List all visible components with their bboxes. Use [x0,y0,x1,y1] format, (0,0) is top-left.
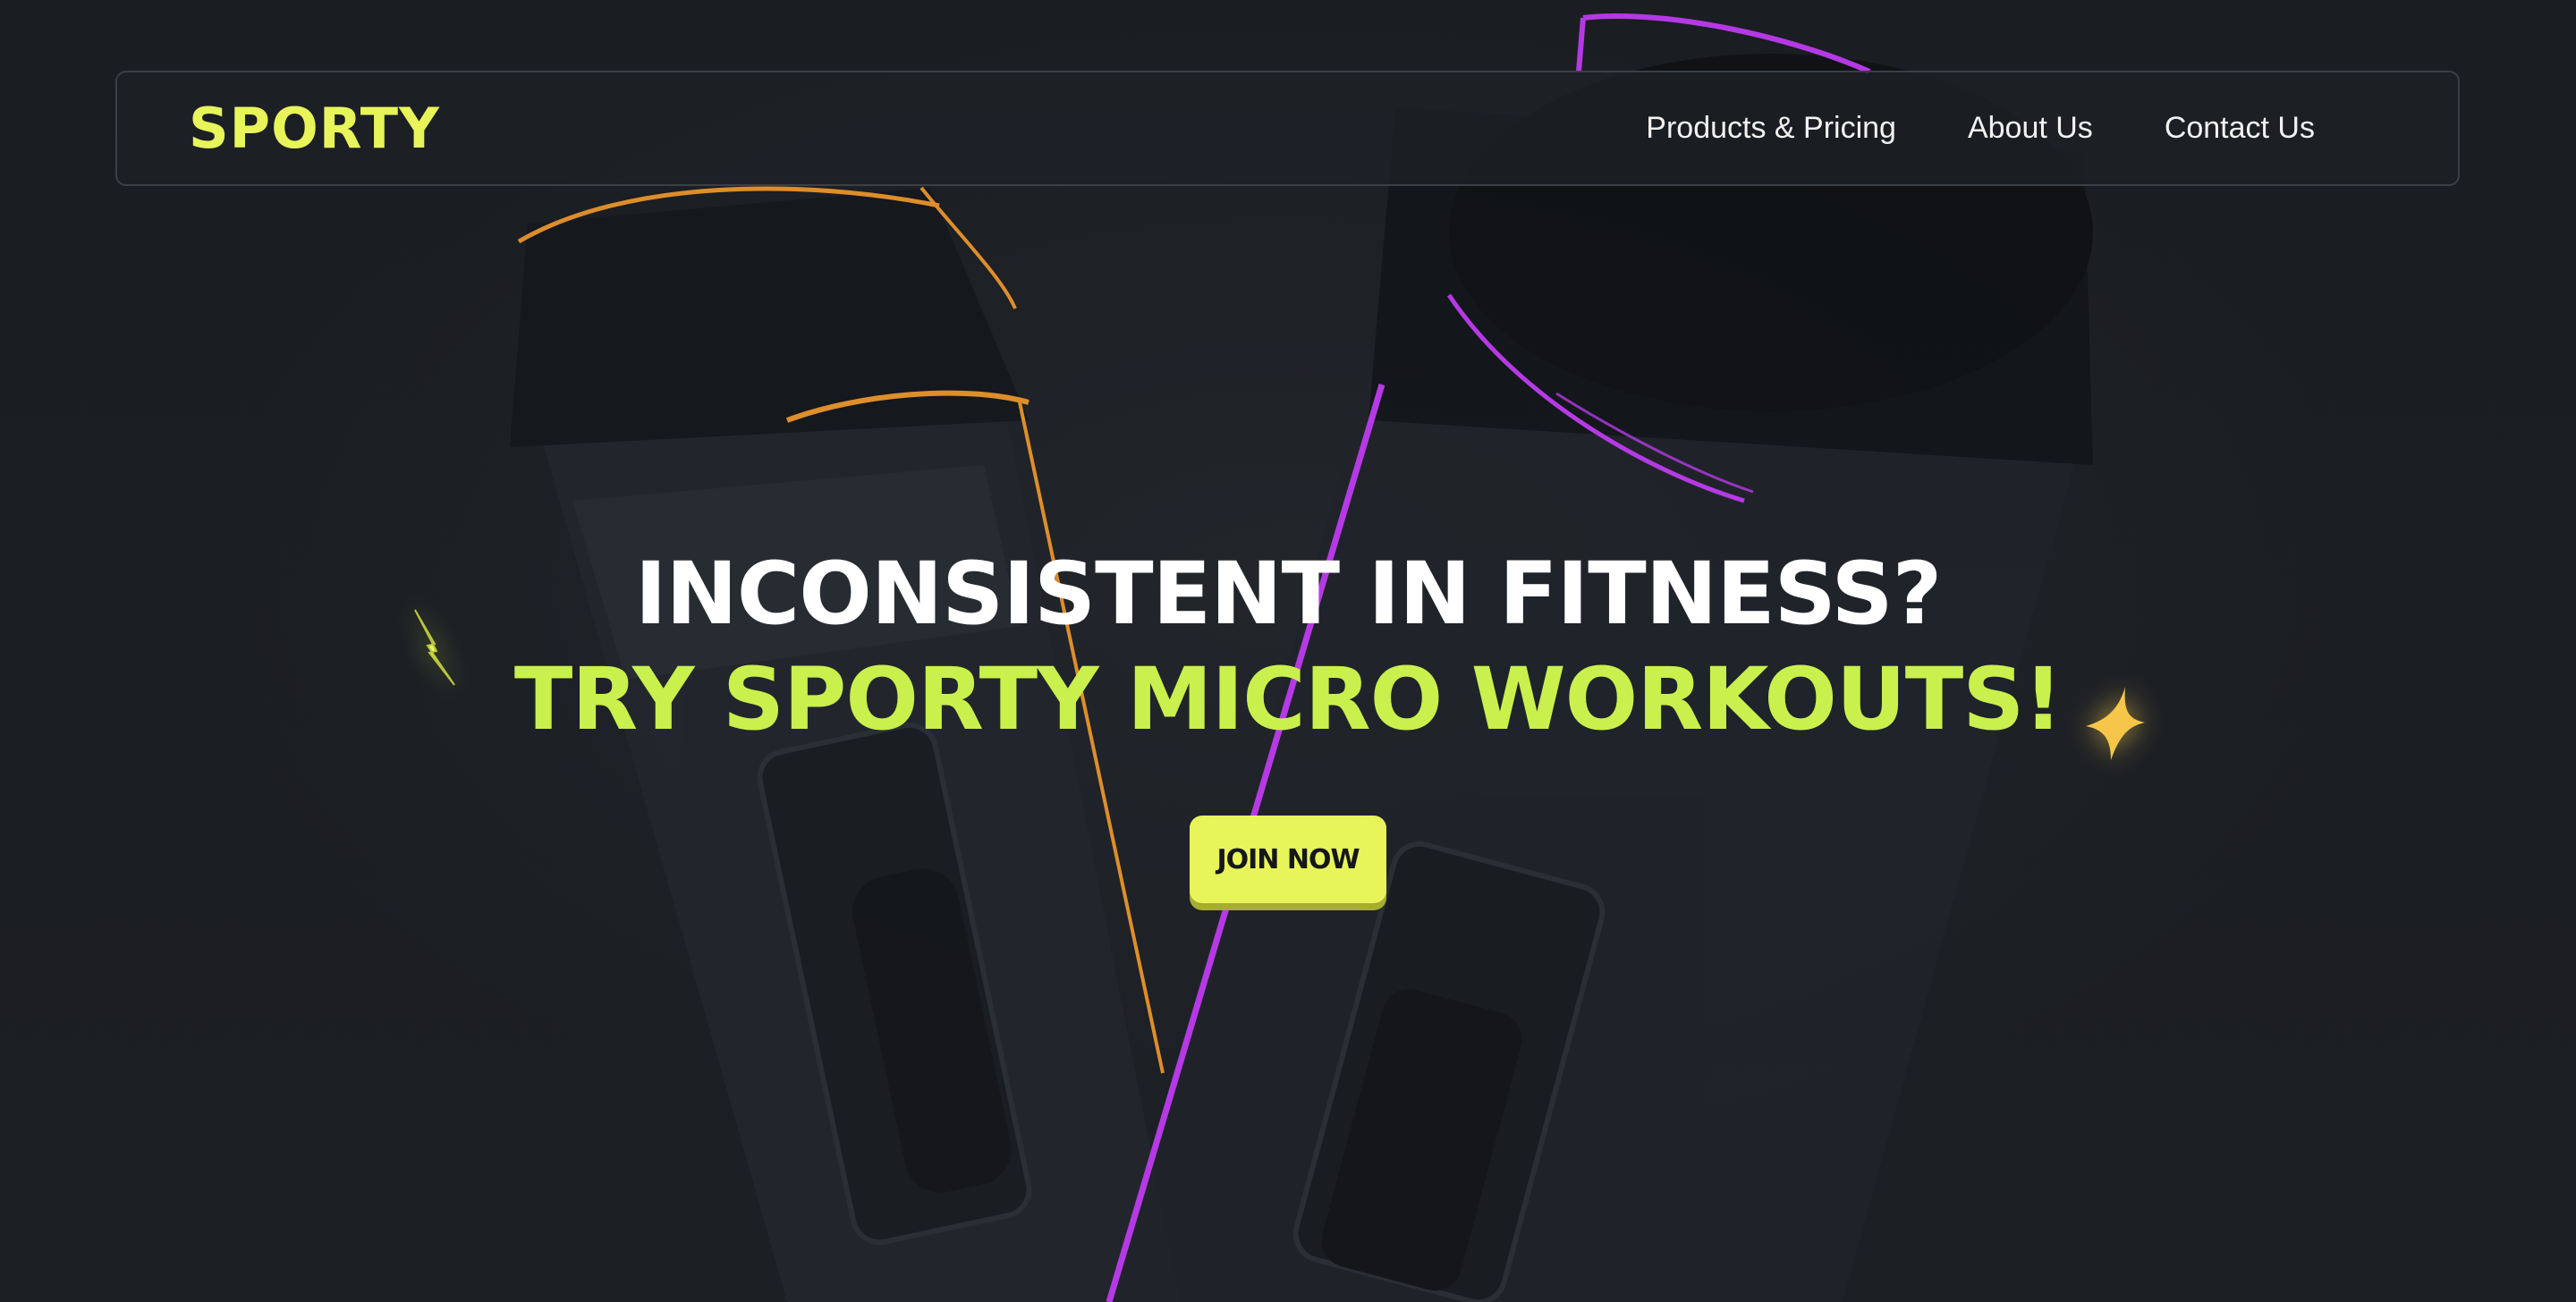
lightning-bolt-icon [414,609,455,686]
hero-headline-line1: INCONSISTENT IN FITNESS? [634,544,1943,644]
nav-about-us[interactable]: About Us [1968,111,2093,146]
nav-contact-us[interactable]: Contact Us [2165,111,2315,146]
sparkle-star-icon [2086,687,2145,760]
hero-headline-line2: TRY SPORTY MICRO WORKOUTS! [513,649,2063,749]
hero-section: INCONSISTENT IN FITNESS? TRY SPORTY MICR… [0,541,2576,752]
join-now-button[interactable]: JOIN NOW [1190,816,1386,903]
nav-products-pricing[interactable]: Products & Pricing [1646,111,1896,146]
nav-links: Products & Pricing About Us Contact Us [1646,72,2315,184]
top-navbar: SPORTY Products & Pricing About Us Conta… [115,71,2460,186]
sporty-logo[interactable]: SPORTY [189,99,440,158]
